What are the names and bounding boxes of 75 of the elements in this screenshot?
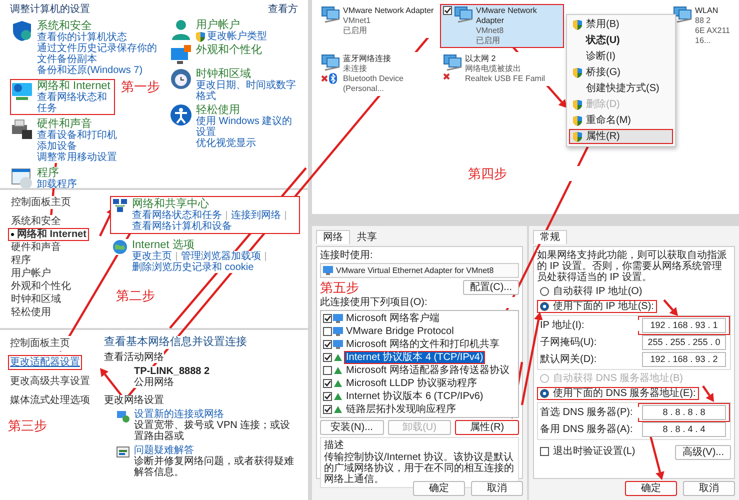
ip-field[interactable]: 192 . 168 . 93 . 2: [642, 352, 726, 367]
section-heading: 更改网络设置: [104, 395, 164, 406]
task-link[interactable]: 更改日期、时间或数字格式: [196, 80, 298, 102]
category-link[interactable]: 系统和安全: [37, 20, 92, 32]
configure-button[interactable]: 配置(C)...: [462, 280, 519, 295]
category-link[interactable]: 用户帐户: [196, 19, 240, 31]
category-link[interactable]: 外观和个性化: [196, 44, 262, 56]
page-title: 调整计算机的设置: [10, 4, 90, 15]
category-link[interactable]: Internet 选项: [132, 239, 194, 251]
category-link[interactable]: 硬件和声音: [37, 118, 92, 130]
nav-link[interactable]: 系统和安全: [8, 215, 64, 228]
dialog-button[interactable]: 属性(R): [455, 420, 520, 435]
list-item[interactable]: Internet 协议版本 6 (TCP/IPv6): [344, 390, 486, 403]
page-title: 查看基本网络信息并设置连接: [104, 336, 247, 349]
list-item[interactable]: Microsoft 网络适配器多路传送器协议: [344, 364, 512, 377]
task-link[interactable]: 备份和还原(Windows 7): [37, 65, 143, 76]
dialog-button[interactable]: 确定: [413, 481, 465, 496]
category-link[interactable]: 时钟和区域: [196, 68, 251, 80]
task-link[interactable]: 管理浏览器加载项: [181, 251, 261, 262]
list-item[interactable]: Microsoft LLDP 协议驱动程序: [344, 377, 479, 390]
dialog-button[interactable]: 确定: [625, 481, 677, 496]
nav-link[interactable]: 硬件和声音: [8, 241, 64, 254]
dialog-button[interactable]: 取消: [683, 481, 735, 496]
nav-link[interactable]: 控制面板主页: [8, 196, 74, 209]
task-link[interactable]: 通过文件历史记录保存你的文件备份副本: [37, 43, 159, 65]
task-link[interactable]: 设置新的连接或网络: [134, 409, 224, 420]
step-label: 第五步: [320, 280, 359, 295]
list-item[interactable]: 链路层拓扑发现响应程序: [344, 403, 458, 416]
step-label: 第二步: [116, 288, 155, 303]
category-link[interactable]: 轻松使用: [196, 104, 240, 116]
category-link[interactable]: 网络和 Internet: [37, 80, 110, 92]
network-type: 公用网络: [134, 377, 174, 388]
nav-link[interactable]: 更改适配器设置: [8, 355, 82, 370]
dns-field[interactable]: 8 . 8 . 4 . 4: [642, 422, 726, 437]
list-item[interactable]: Internet 协议版本 4 (TCP/IPv4): [344, 351, 486, 364]
nav-link[interactable]: 程序: [8, 254, 34, 267]
task-link[interactable]: 连接到网络: [231, 210, 281, 221]
task-link[interactable]: 更改帐户类型: [207, 31, 267, 42]
task-link[interactable]: 查看你的计算机状态: [37, 32, 127, 43]
task-link[interactable]: 问题疑难解答: [134, 445, 194, 456]
task-link[interactable]: 优化视觉显示: [196, 138, 256, 149]
nav-link[interactable]: 网络和 Internet: [8, 228, 90, 241]
task-link[interactable]: 删除浏览历史记录和 cookie: [132, 262, 254, 273]
task-link[interactable]: 查看网络状态和任务: [132, 210, 222, 221]
task-link[interactable]: 查看设备和打印机: [37, 130, 117, 141]
task-link[interactable]: 更改主页: [132, 251, 172, 262]
list-item[interactable]: Microsoft 网络的文件和打印机共享: [344, 338, 502, 351]
list-item[interactable]: VMware Bridge Protocol: [344, 325, 456, 338]
network-name: TP-LINK_8888 2: [134, 366, 210, 377]
ip-field[interactable]: 255 . 255 . 255 . 0: [642, 335, 726, 350]
step-label: 第一步: [121, 79, 160, 94]
tab[interactable]: 常规: [533, 230, 567, 244]
field-label: 首选 DNS 服务器(P):: [540, 407, 640, 418]
category-link[interactable]: 网络和共享中心: [132, 198, 209, 210]
radio-option[interactable]: 使用下面的 IP 地址(S):: [537, 300, 657, 313]
radio-option[interactable]: 使用下面的 DNS 服务器地址(E):: [537, 387, 699, 400]
nav-link[interactable]: 控制面板主页: [8, 336, 72, 351]
nav-link[interactable]: 外观和个性化: [8, 280, 74, 293]
menu-item[interactable]: 属性(R): [569, 129, 673, 144]
adapter-item[interactable]: VMware Network Adapter VMnet8 已启用: [440, 4, 564, 48]
dns-field[interactable]: 8 . 8 . 8 . 8: [642, 405, 726, 420]
list-item[interactable]: Microsoft 网络客户端: [344, 312, 442, 325]
tab[interactable]: 网络: [316, 230, 350, 244]
view-by-label: 查看方: [268, 4, 298, 15]
task-link[interactable]: 调整常用移动设置: [37, 152, 117, 163]
step-label: 第三步: [8, 418, 47, 433]
advanced-button[interactable]: 高级(V)...: [675, 445, 731, 460]
field-label: IP 地址(I):: [540, 320, 640, 331]
dialog-button[interactable]: 取消: [471, 481, 523, 496]
section-heading: 查看活动网络: [104, 352, 164, 363]
nav-link[interactable]: 更改高级共享设置: [8, 374, 92, 389]
task-link[interactable]: 查看网络计算机和设备: [132, 221, 232, 232]
dialog-button[interactable]: 安装(N)...: [320, 420, 384, 435]
adapter-field: VMware Virtual Ethernet Adapter for VMnet8: [320, 263, 519, 278]
ip-field[interactable]: 192 . 168 . 93 . 1: [642, 318, 726, 333]
